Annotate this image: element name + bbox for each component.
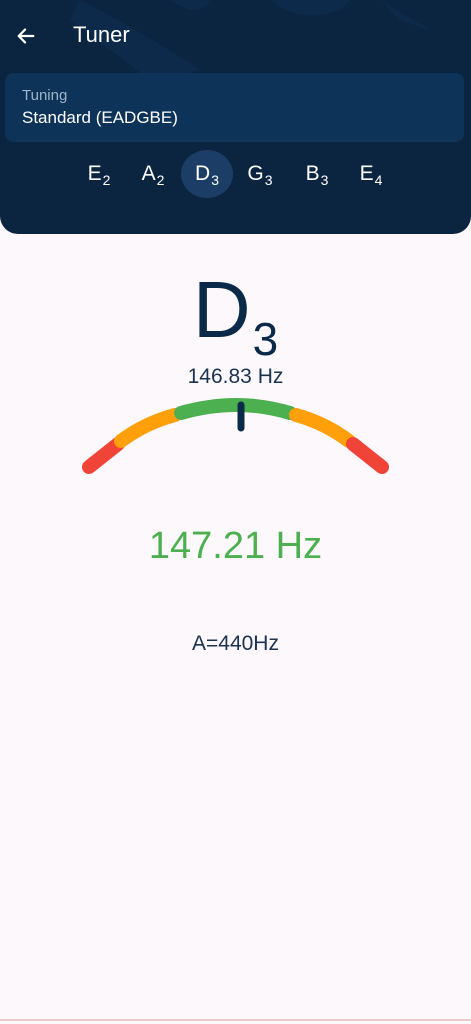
gauge-segment-sharp-error — [346, 437, 389, 474]
tuning-value: Standard (EADGBE) — [22, 108, 178, 127]
current-note: D3 — [0, 250, 471, 363]
gauge-segment-flat-error — [82, 437, 125, 474]
tuning-selector[interactable]: Tuning Standard (EADGBE) — [5, 73, 464, 142]
string-e4[interactable]: E4 — [345, 150, 397, 198]
string-note-octave: 3 — [211, 172, 219, 188]
string-g3[interactable]: G3 — [234, 150, 286, 198]
string-a2[interactable]: A2 — [127, 150, 179, 198]
string-note-octave: 2 — [156, 172, 165, 188]
current-note-letter: D — [192, 265, 251, 354]
tuning-gauge — [82, 398, 389, 474]
gauge-segment-in-tune — [174, 398, 297, 420]
string-note-letter: G — [247, 162, 264, 185]
string-note-letter: D — [195, 162, 211, 185]
arrow-left-icon — [17, 28, 35, 44]
string-note-octave: 3 — [264, 172, 273, 188]
string-note-octave: 4 — [374, 172, 383, 188]
string-selector: E2 A2 D3 G3 B3 E4 — [0, 150, 471, 202]
string-note-letter: A — [141, 162, 156, 185]
string-note-octave: 3 — [320, 172, 329, 188]
page-title: Tuner — [73, 22, 130, 47]
tuning-label: Tuning — [22, 87, 68, 104]
string-note-letter: E — [359, 162, 374, 185]
gauge-segment-flat-warning — [114, 408, 182, 448]
target-frequency: 146.83 Hz — [187, 365, 284, 388]
header-decoration — [70, 0, 430, 80]
detected-frequency: 147.21 Hz — [148, 525, 323, 567]
string-note-letter: B — [305, 162, 320, 185]
header: Tuner Tuning Standard (EADGBE) E2 A2 D3 … — [0, 0, 471, 234]
gauge-segment-sharp-warning — [289, 408, 356, 448]
reference-pitch[interactable]: A=440Hz — [0, 632, 471, 656]
string-b3[interactable]: B3 — [291, 150, 343, 198]
back-button[interactable] — [8, 18, 44, 54]
string-e2[interactable]: E2 — [73, 150, 125, 198]
bottom-divider — [0, 1019, 471, 1021]
string-note-letter: E — [87, 162, 102, 185]
string-note-octave: 2 — [102, 172, 111, 188]
string-d3[interactable]: D3 — [181, 150, 233, 198]
current-note-octave: 3 — [252, 313, 279, 365]
